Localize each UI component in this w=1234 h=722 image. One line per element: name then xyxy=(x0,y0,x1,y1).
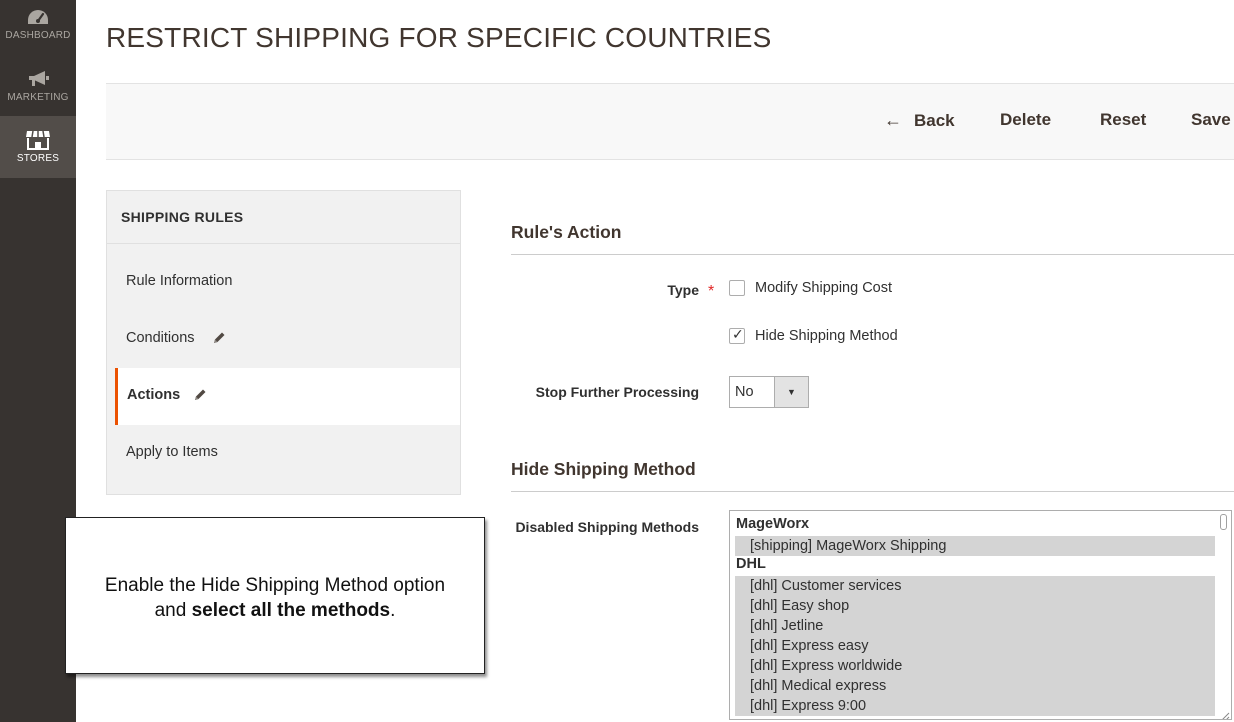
tabs-header: SHIPPING RULES xyxy=(107,191,460,244)
callout-line-2-pre: and xyxy=(154,600,192,621)
tab-label: Apply to Items xyxy=(126,444,218,460)
rule-action-title: Rule's Action xyxy=(511,222,622,242)
store-icon xyxy=(0,129,76,151)
checkmark-icon: ✓ xyxy=(732,326,744,342)
select-value: No xyxy=(735,384,754,400)
callout-line-1: Enable the Hide Shipping Method option xyxy=(104,575,446,596)
callout-line-2-bold: select all the methods xyxy=(191,600,391,621)
tabs-header-title: SHIPPING RULES xyxy=(121,209,244,225)
tab-conditions[interactable]: Conditions xyxy=(107,311,460,368)
type-label: Type xyxy=(667,282,699,298)
page-title: RESTRICT SHIPPING FOR SPECIFIC COUNTRIES xyxy=(106,22,772,53)
delete-button[interactable]: Delete xyxy=(1000,110,1051,130)
modify-shipping-cost-label[interactable]: Modify Shipping Cost xyxy=(755,280,892,296)
arrow-left-icon: ← xyxy=(884,110,902,130)
megaphone-icon xyxy=(0,69,76,89)
section-divider xyxy=(511,254,1234,255)
callout-line-2-post: . xyxy=(390,600,396,621)
nav-label-stores: STORES xyxy=(16,153,60,164)
list-item[interactable]: [dhl] Customer services xyxy=(735,576,1215,596)
stop-processing-label: Stop Further Processing xyxy=(535,384,699,400)
save-button[interactable]: Save xyxy=(1191,110,1231,130)
list-item[interactable]: [dhl] Express worldwide xyxy=(735,656,1215,676)
reset-button[interactable]: Reset xyxy=(1100,110,1146,130)
list-item[interactable]: [dhl] Easy shop xyxy=(735,596,1215,616)
page-actions-toolbar: ← Back Delete Reset Save xyxy=(106,83,1234,160)
list-item[interactable]: [dhl] Express 9:00 xyxy=(735,696,1215,716)
tab-actions[interactable]: Actions xyxy=(115,368,460,425)
required-mark: * xyxy=(708,283,715,300)
back-button[interactable]: ← Back xyxy=(884,110,955,131)
list-item[interactable]: [dhl] Jetline xyxy=(735,616,1215,636)
hide-shipping-method-label[interactable]: Hide Shipping Method xyxy=(755,328,898,344)
pencil-icon xyxy=(211,330,227,351)
nav-item-stores[interactable]: STORES xyxy=(0,116,76,178)
hide-method-title: Hide Shipping Method xyxy=(511,459,696,479)
disabled-methods-multiselect[interactable]: MageWorx [shipping] MageWorx Shipping DH… xyxy=(729,510,1232,720)
pencil-icon xyxy=(192,387,208,408)
list-item[interactable]: [shipping] MageWorx Shipping xyxy=(735,536,1215,556)
disabled-methods-label: Disabled Shipping Methods xyxy=(515,519,699,535)
tab-label: Actions xyxy=(127,387,181,403)
option-group-mageworx: MageWorx xyxy=(736,516,810,532)
tab-rule-information[interactable]: Rule Information xyxy=(107,254,460,311)
tab-apply-to-items[interactable]: Apply to Items xyxy=(107,425,460,482)
nav-label-dashboard: DASHBOARD xyxy=(5,30,71,41)
stop-processing-select[interactable]: No ▼ xyxy=(729,376,809,408)
nav-item-marketing[interactable]: MARKETING xyxy=(0,62,76,124)
tab-label: Rule Information xyxy=(126,273,233,289)
resize-grip-icon[interactable] xyxy=(1220,708,1230,719)
list-item[interactable]: [dhl] Medical express xyxy=(735,676,1215,696)
shipping-rules-tabs: SHIPPING RULES Rule Information Conditio… xyxy=(106,190,461,495)
nav-item-dashboard[interactable]: DASHBOARD xyxy=(0,0,76,62)
caret-down-icon[interactable]: ▼ xyxy=(774,377,808,407)
option-group-dhl: DHL xyxy=(736,556,766,572)
list-item[interactable]: [dhl] Express easy xyxy=(735,636,1215,656)
modify-shipping-cost-checkbox[interactable] xyxy=(729,280,745,296)
dashboard-gauge-icon xyxy=(0,8,76,28)
tab-label: Conditions xyxy=(126,330,195,346)
instruction-callout: Enable the Hide Shipping Method option a… xyxy=(65,517,485,674)
section-divider xyxy=(511,491,1234,492)
callout-text: Enable the Hide Shipping Method option a… xyxy=(66,573,484,623)
back-button-label: Back xyxy=(914,110,955,130)
hide-shipping-method-checkbox[interactable]: ✓ xyxy=(729,326,745,344)
scrollbar-thumb[interactable] xyxy=(1220,514,1227,530)
nav-label-marketing: MARKETING xyxy=(7,92,69,103)
